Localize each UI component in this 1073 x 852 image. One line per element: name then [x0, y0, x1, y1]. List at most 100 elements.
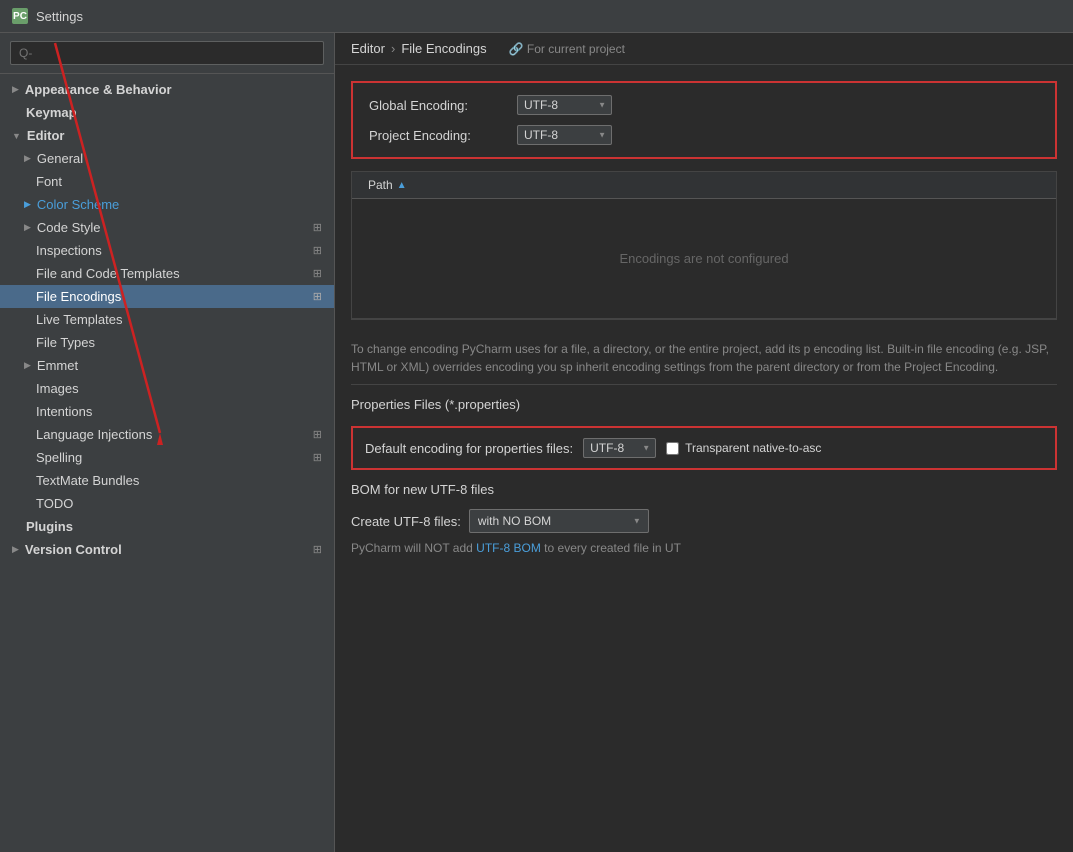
breadcrumb: Editor › File Encodings 🔗 For current pr… — [335, 33, 1073, 65]
sidebar-item-emmet[interactable]: ▶ Emmet — [0, 354, 334, 377]
create-select-wrapper: with NO BOM with BOM Ask — [469, 509, 649, 533]
properties-encoding-select[interactable]: UTF-8 UTF-16 — [583, 438, 656, 458]
project-encoding-label: Project Encoding: — [369, 128, 509, 143]
sidebar-item-label: File Types — [36, 335, 95, 350]
copy-icon: ⊞ — [313, 290, 322, 303]
global-encoding-select-wrapper: UTF-8 UTF-16 ISO-8859-1 — [517, 95, 612, 115]
sidebar-item-label: Editor — [27, 128, 65, 143]
sidebar-item-todo[interactable]: TODO — [0, 492, 334, 515]
global-encoding-select[interactable]: UTF-8 UTF-16 ISO-8859-1 — [517, 95, 612, 115]
bom-note-text2: to every created file in UT — [544, 541, 681, 555]
breadcrumb-editor: Editor — [351, 41, 385, 56]
properties-box: Default encoding for properties files: U… — [351, 426, 1057, 470]
sidebar-item-keymap[interactable]: Keymap — [0, 101, 334, 124]
sidebar-item-versioncontrol[interactable]: ▶ Version Control ⊞ — [0, 538, 334, 561]
sidebar-item-label: Inspections — [36, 243, 102, 258]
bom-section: BOM for new UTF-8 files Create UTF-8 fil… — [351, 482, 1057, 555]
sidebar-item-colorscheme[interactable]: ▶ Color Scheme — [0, 193, 334, 216]
sidebar-item-filetypes[interactable]: File Types — [0, 331, 334, 354]
bom-link[interactable]: UTF-8 BOM — [476, 541, 541, 555]
breadcrumb-project[interactable]: 🔗 For current project — [509, 42, 625, 56]
window-title: Settings — [36, 9, 83, 24]
sidebar-item-intentions[interactable]: Intentions — [0, 400, 334, 423]
expand-arrow: ▶ — [24, 153, 31, 164]
default-encoding-label: Default encoding for properties files: — [365, 441, 573, 456]
sidebar-item-livetemplates[interactable]: Live Templates — [0, 308, 334, 331]
sidebar-item-editor[interactable]: ▼ Editor — [0, 124, 334, 147]
app-icon: PC — [12, 8, 28, 24]
copy-icon: ⊞ — [313, 221, 322, 234]
bom-note: PyCharm will NOT add UTF-8 BOM to every … — [351, 541, 1057, 555]
sidebar-item-label: TODO — [36, 496, 73, 511]
sidebar-item-label: Code Style — [37, 220, 101, 235]
sidebar-item-spelling[interactable]: Spelling ⊞ — [0, 446, 334, 469]
sidebar-item-filetemplates[interactable]: File and Code Templates ⊞ — [0, 262, 334, 285]
sidebar-item-general[interactable]: ▶ General — [0, 147, 334, 170]
sidebar-item-plugins[interactable]: Plugins — [0, 515, 334, 538]
search-input[interactable] — [10, 41, 324, 65]
expand-arrow: ▼ — [12, 131, 21, 141]
sidebar-item-label: Plugins — [12, 519, 73, 534]
path-header: Path ▲ — [352, 172, 1056, 199]
empty-message: Encodings are not configured — [619, 251, 788, 266]
transparent-checkbox[interactable] — [666, 442, 679, 455]
sidebar-item-label: Intentions — [36, 404, 92, 419]
sidebar-item-inspections[interactable]: Inspections ⊞ — [0, 239, 334, 262]
expand-arrow: ▶ — [24, 199, 31, 210]
main-content: Editor › File Encodings 🔗 For current pr… — [335, 33, 1073, 852]
breadcrumb-current: File Encodings — [401, 41, 486, 56]
sidebar: ▶ Appearance & Behavior Keymap ▼ Editor … — [0, 33, 335, 852]
search-bar — [0, 33, 334, 74]
breadcrumb-sep: › — [391, 41, 395, 56]
properties-encoding-select-wrapper: UTF-8 UTF-16 — [583, 438, 656, 458]
sidebar-item-label: Live Templates — [36, 312, 122, 327]
project-link-text: For current project — [527, 42, 625, 56]
project-encoding-select[interactable]: UTF-8 UTF-16 ISO-8859-1 — [517, 125, 612, 145]
encoding-description: To change encoding PyCharm uses for a fi… — [351, 332, 1057, 385]
sidebar-item-label: TextMate Bundles — [36, 473, 139, 488]
properties-title: Properties Files (*.properties) — [351, 397, 1057, 412]
description-text: To change encoding PyCharm uses for a fi… — [351, 342, 1049, 374]
create-label: Create UTF-8 files: — [351, 514, 461, 529]
expand-arrow: ▶ — [12, 544, 19, 555]
sidebar-item-font[interactable]: Font — [0, 170, 334, 193]
content-area: Global Encoding: UTF-8 UTF-16 ISO-8859-1… — [335, 65, 1073, 852]
transparent-label: Transparent native-to-asc — [685, 441, 821, 455]
sidebar-item-codestyle[interactable]: ▶ Code Style ⊞ — [0, 216, 334, 239]
project-encoding-row: Project Encoding: UTF-8 UTF-16 ISO-8859-… — [369, 125, 1039, 145]
sidebar-item-label: Font — [36, 174, 62, 189]
global-encoding-label: Global Encoding: — [369, 98, 509, 113]
sidebar-item-label: Images — [36, 381, 79, 396]
bom-note-text: PyCharm will NOT add — [351, 541, 473, 555]
sidebar-item-label: General — [37, 151, 83, 166]
properties-section: Properties Files (*.properties) Default … — [351, 397, 1057, 470]
copy-icon: ⊞ — [313, 428, 322, 441]
sidebar-item-label: Color Scheme — [37, 197, 119, 212]
copy-icon: ⊞ — [313, 543, 322, 556]
path-table: Path ▲ Encodings are not configured — [351, 171, 1057, 320]
sidebar-item-label: Appearance & Behavior — [25, 82, 172, 97]
create-utf8-select[interactable]: with NO BOM with BOM Ask — [469, 509, 649, 533]
sidebar-item-label: Version Control — [25, 542, 122, 557]
path-column-label: Path — [368, 178, 393, 192]
empty-encodings: Encodings are not configured — [352, 199, 1056, 319]
expand-arrow: ▶ — [24, 222, 31, 233]
title-bar: PC Settings — [0, 0, 1073, 33]
transparent-row: Transparent native-to-asc — [666, 441, 821, 455]
copy-icon: ⊞ — [313, 244, 322, 257]
sidebar-item-fileencodings[interactable]: File Encodings ⊞ — [0, 285, 334, 308]
expand-arrow: ▶ — [24, 360, 31, 371]
sidebar-item-languageinjections[interactable]: Language Injections ⊞ — [0, 423, 334, 446]
sidebar-item-label: File and Code Templates — [36, 266, 180, 281]
sidebar-item-images[interactable]: Images — [0, 377, 334, 400]
sidebar-item-textmatebundles[interactable]: TextMate Bundles — [0, 469, 334, 492]
sidebar-item-appearance[interactable]: ▶ Appearance & Behavior — [0, 78, 334, 101]
copy-icon: ⊞ — [313, 451, 322, 464]
sidebar-item-label: Spelling — [36, 450, 82, 465]
sidebar-item-label: Language Injections — [36, 427, 152, 442]
sidebar-item-label: File Encodings — [36, 289, 121, 304]
link-icon: 🔗 — [509, 42, 524, 56]
encoding-box: Global Encoding: UTF-8 UTF-16 ISO-8859-1… — [351, 81, 1057, 159]
sort-icon: ▲ — [397, 180, 407, 191]
sidebar-item-label: Keymap — [12, 105, 77, 120]
